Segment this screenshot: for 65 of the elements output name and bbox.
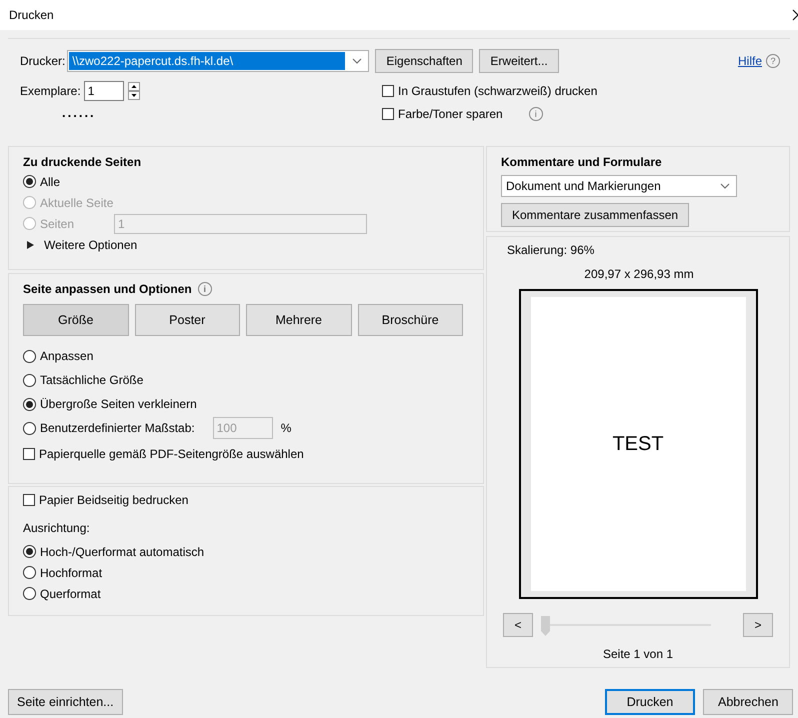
chevron-down-icon — [352, 58, 362, 64]
previous-page-button[interactable]: < — [503, 613, 533, 637]
printer-label: Drucker: — [20, 54, 66, 68]
checkbox[interactable] — [23, 448, 35, 460]
expand-arrow-icon — [27, 241, 34, 249]
radio-label: Anpassen — [40, 349, 94, 363]
copies-label: Exemplare: — [20, 84, 81, 98]
checkbox-label: Papierquelle gemäß PDF-Seitengröße auswählen — [39, 447, 304, 461]
radio-button[interactable] — [23, 350, 36, 362]
radio-label: Querformat — [40, 586, 101, 600]
slider-thumb[interactable] — [541, 616, 550, 636]
paper-size: 209,97 x 296,93 mm — [583, 267, 694, 281]
spinner-icon[interactable] — [128, 82, 140, 100]
radio-label: Benutzerdefinierter Maßstab: — [40, 421, 195, 435]
mode-tab[interactable]: Mehrere — [246, 304, 352, 336]
dialog-button[interactable]: Drucken — [605, 689, 695, 715]
summarize-button[interactable]: Kommentare zusammenfassen — [501, 203, 690, 227]
page-counter: Seite 1 von 1 — [602, 647, 674, 661]
checkbox-label: Papier Beidseitig bedrucken — [39, 493, 188, 507]
radio-label: Aktuelle Seite — [40, 196, 114, 210]
next-page-button[interactable]: > — [743, 613, 773, 637]
dialog-button[interactable]: Abbrechen — [703, 689, 793, 715]
unit-label: % — [280, 421, 292, 435]
radio-label: Tatsächliche Größe — [40, 373, 144, 387]
window-title: Drucken — [9, 8, 54, 22]
radio-button[interactable] — [23, 398, 36, 410]
printer-button[interactable]: Erweitert... — [479, 49, 559, 73]
copies-field[interactable]: 1 — [84, 81, 124, 101]
radio-label: Hoch-/Querformat automatisch — [40, 544, 204, 558]
more-options-toggle[interactable]: Weitere Optionen — [23, 234, 469, 256]
radio-label: Seiten — [40, 216, 74, 230]
radio-button[interactable] — [23, 175, 36, 188]
copies-hint: ...... — [62, 105, 97, 120]
chevron-down-icon — [720, 183, 730, 189]
section-title: Zu druckende Seiten — [23, 154, 142, 171]
radio-label: Hochformat — [40, 566, 102, 580]
mode-tab[interactable]: Größe — [23, 304, 128, 336]
mode-tab[interactable]: Broschüre — [358, 304, 463, 336]
comments-dropdown[interactable]: Dokument und Markierungen — [501, 175, 737, 197]
checkbox[interactable] — [382, 85, 394, 97]
printer-button[interactable]: Eigenschaften — [375, 49, 474, 73]
printer-dropdown[interactable]: \\zwo222-papercut.ds.fh-kl.de\ — [67, 50, 370, 72]
checkbox[interactable] — [23, 494, 35, 506]
page-setup-button[interactable]: Seite einrichten... — [8, 689, 123, 715]
radio-button[interactable] — [23, 422, 36, 434]
mode-tab[interactable]: Poster — [134, 304, 240, 336]
radio-button[interactable] — [23, 566, 36, 579]
radio-label: Alle — [40, 174, 60, 188]
help-link[interactable]: Hilfe — [738, 54, 762, 68]
scale-value: 96% — [570, 243, 594, 257]
help-icon[interactable]: ? — [766, 54, 780, 68]
checkbox-label: In Graustufen (schwarzweiß) drucken — [398, 84, 598, 98]
info-icon[interactable]: i — [198, 282, 212, 296]
orientation-label: Ausrichtung: — [23, 521, 91, 537]
radio-button[interactable] — [23, 545, 36, 558]
radio-button[interactable] — [23, 587, 36, 600]
section-title: Seite anpassen und Optionen — [23, 282, 192, 296]
section-title: Kommentare und Formulare — [501, 154, 663, 171]
scale-label: Skalierung: — [507, 243, 568, 257]
radio-label: Übergroße Seiten verkleinern — [40, 397, 197, 411]
checkbox-label: Farbe/Toner sparen — [398, 107, 503, 121]
info-icon[interactable]: i — [528, 107, 543, 121]
checkbox[interactable] — [382, 108, 394, 120]
radio-button[interactable] — [23, 374, 36, 386]
page-text: TEST — [612, 432, 664, 456]
